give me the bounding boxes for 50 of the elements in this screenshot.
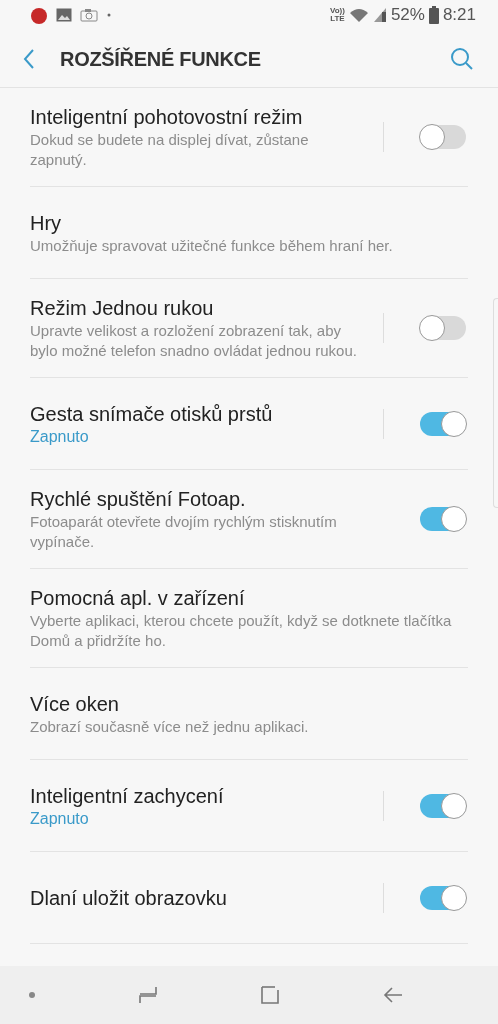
toggle-switch[interactable] — [420, 316, 466, 340]
setting-title: Více oken — [30, 691, 120, 717]
battery-icon — [428, 6, 439, 24]
toggle-switch[interactable] — [420, 125, 466, 149]
recent-apps-icon[interactable] — [139, 986, 157, 1004]
wifi-icon — [348, 7, 369, 23]
setting-title: Inteligentní pohotovostní režim — [30, 105, 304, 130]
setting-description: Umožňuje spravovat užitečné funkce během hraní her. — [30, 235, 394, 256]
page-title: ROZŠÍŘENÉ FUNKCE — [60, 46, 261, 72]
setting-item[interactable]: Pomocná apl. v zařízení Vyberte aplikaci, kterou chcete použít, když se dotknete tlačítka Domů a přidržíte ho. — [30, 569, 468, 668]
setting-description: Zapnuto — [30, 808, 90, 829]
setting-description: Zobrazí současně více než jednu aplikaci. — [30, 716, 310, 737]
image-icon — [56, 8, 72, 22]
setting-item[interactable]: Více oken Zobrazí současně více než jednu aplikaci. — [30, 668, 468, 760]
setting-description: Fotoaparát otevřete dvojím rychlým stisknutím vypínače. — [30, 512, 338, 552]
setting-item[interactable]: Dlaní uložit obrazovku — [30, 852, 468, 944]
setting-item[interactable]: Inteligentní pohotovostní režim Dokud se budete na displej dívat, zůstane zapnutý. — [30, 88, 468, 187]
setting-title: Pomocná apl. v zařízení — [30, 586, 246, 611]
setting-title: Režim Jednou rukou — [30, 296, 215, 321]
setting-item[interactable]: Inteligentní zachycení Zapnuto — [30, 760, 468, 852]
setting-description: Upravte velikost a rozložení zobrazení tak, aby bylo možné telefon snadno ovládat jednou rukou. — [30, 321, 358, 361]
setting-title: Inteligentní zachycení — [30, 783, 225, 809]
setting-item[interactable]: Režim Jednou rukou Upravte velikost a rozložení zobrazení tak, aby bylo možné telefon snadno ovládat jednou rukou. — [30, 279, 468, 378]
clock: 8:21 — [442, 4, 476, 27]
battery-level: 52% — [390, 4, 425, 27]
camera-icon — [80, 8, 98, 22]
dot-icon[interactable] — [28, 991, 36, 999]
setting-title: Hry — [30, 210, 63, 236]
home-icon[interactable] — [260, 985, 280, 1005]
setting-description: Zapnuto — [30, 426, 90, 447]
setting-title: Gesta snímače otisků prstů — [30, 401, 274, 427]
setting-title: Dlaní uložit obrazovku — [30, 885, 228, 911]
setting-description: Vyberte aplikaci, kterou chcete použít, když se dotknete tlačítka Domů a přidržíte ho. — [30, 611, 453, 651]
back-icon[interactable] — [383, 986, 403, 1004]
app-icon — [30, 6, 48, 24]
setting-item[interactable]: Rychlé spuštění Fotoap. Fotoaparát otevřete dvojím rychlým stisknutím vypínače. — [30, 470, 468, 569]
search-icon[interactable] — [450, 46, 474, 71]
setting-description: Dokud se budete na displej dívat, zůstane zapnutý. — [30, 130, 310, 170]
dot-icon — [106, 12, 112, 18]
setting-item[interactable]: Gesta snímače otisků prstů Zapnuto — [30, 378, 468, 470]
toggle-switch[interactable] — [420, 885, 466, 910]
toggle-switch[interactable] — [420, 507, 466, 531]
toggle-switch[interactable] — [420, 793, 466, 818]
volte-label: LTE — [329, 15, 345, 23]
toggle-switch[interactable] — [420, 411, 466, 436]
back-icon[interactable] — [22, 47, 36, 70]
volte-label: Vo)) — [329, 7, 345, 15]
setting-item[interactable]: Hry Umožňuje spravovat užitečné funkce během hraní her. — [30, 187, 468, 279]
signal-icon — [372, 7, 387, 23]
setting-title: Rychlé spuštění Fotoap. — [30, 487, 247, 512]
